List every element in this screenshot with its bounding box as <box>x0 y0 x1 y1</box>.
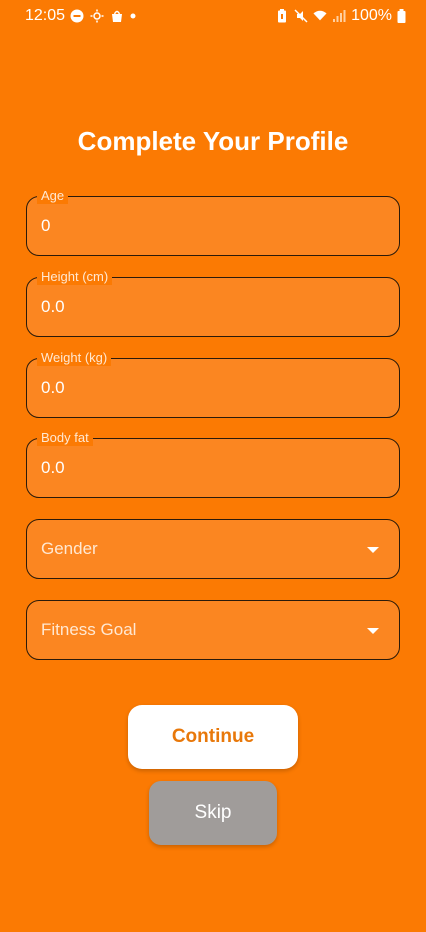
chevron-down-icon <box>367 547 379 553</box>
status-system-icons: 100% <box>275 7 406 25</box>
age-field[interactable]: Age 0 <box>26 188 400 256</box>
gender-placeholder: Gender <box>41 539 98 558</box>
brightness-icon <box>90 9 104 23</box>
body-fat-field[interactable]: Body fat 0.0 <box>26 430 400 498</box>
battery-percent: 100% <box>351 7 392 24</box>
body-fat-label: Body fat <box>37 430 93 446</box>
wifi-icon <box>313 10 327 21</box>
weight-field[interactable]: Weight (kg) 0.0 <box>26 350 400 418</box>
height-label: Height (cm) <box>37 269 113 285</box>
page-title: Complete Your Profile <box>77 126 349 156</box>
age-label: Age <box>37 188 69 204</box>
status-time: 12:05 <box>25 7 66 24</box>
mute-icon <box>294 9 308 23</box>
gender-select[interactable]: Gender <box>26 519 400 579</box>
do-not-disturb-icon <box>70 9 84 23</box>
shopping-bag-icon <box>112 10 122 22</box>
signal-icon <box>333 10 346 22</box>
fitness-goal-placeholder: Fitness Goal <box>41 620 137 639</box>
fitness-goal-select[interactable]: Fitness Goal <box>26 600 400 660</box>
weight-value[interactable]: 0.0 <box>41 378 65 398</box>
chevron-down-icon <box>367 628 379 634</box>
age-value[interactable]: 0 <box>41 216 50 236</box>
battery-saver-icon <box>278 9 287 23</box>
status-bar: 12:05 100% <box>0 0 426 34</box>
continue-button[interactable]: Continue <box>128 705 298 769</box>
weight-label: Weight (kg) <box>37 350 112 366</box>
battery-icon <box>397 9 406 23</box>
height-value[interactable]: 0.0 <box>41 297 65 317</box>
height-field[interactable]: Height (cm) 0.0 <box>26 269 400 337</box>
skip-button[interactable]: Skip <box>149 781 277 845</box>
body-fat-value[interactable]: 0.0 <box>41 458 65 478</box>
more-notifications-dot-icon <box>130 13 136 19</box>
status-notification-icons <box>70 9 136 23</box>
